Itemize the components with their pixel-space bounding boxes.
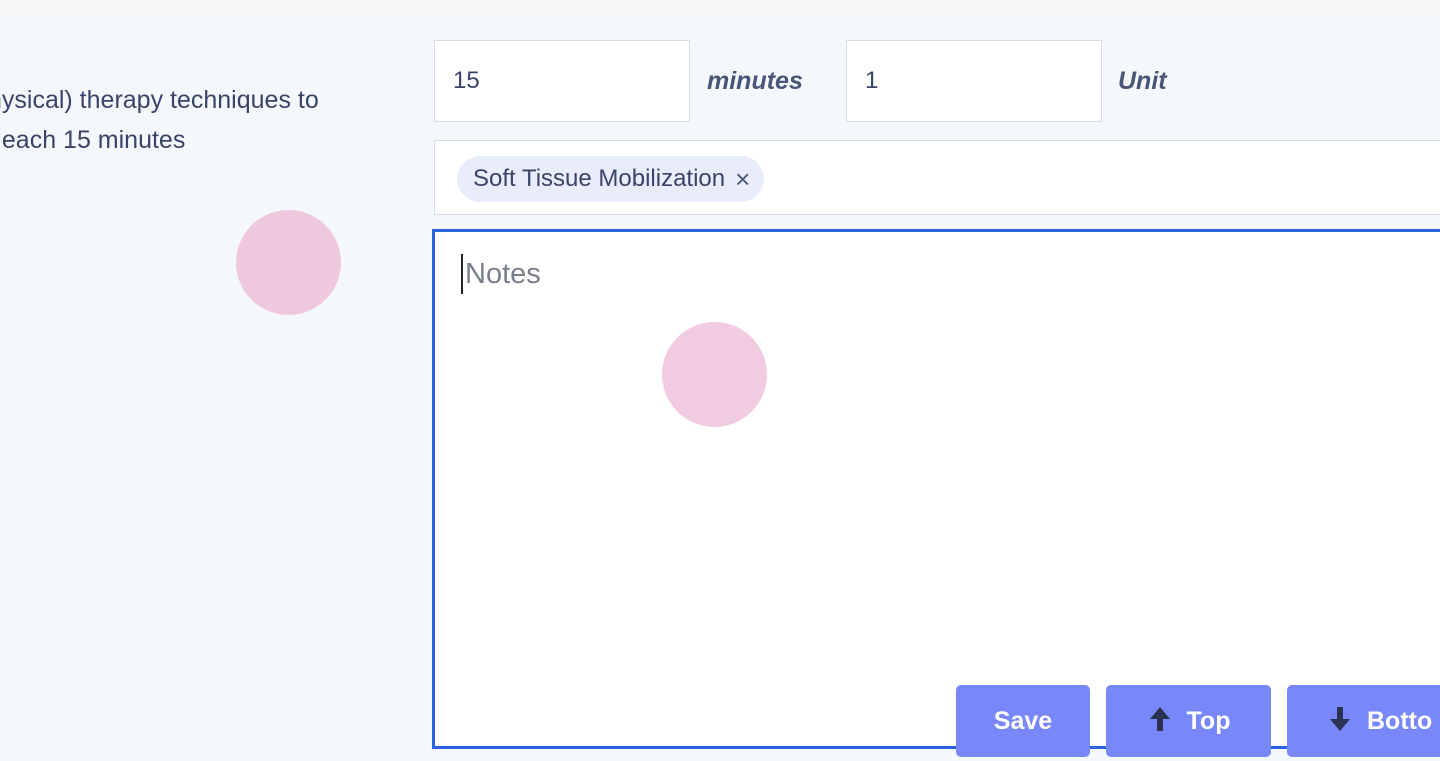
units-input[interactable]: 1 [846, 40, 1102, 122]
scroll-top-button[interactable]: Top [1106, 685, 1271, 757]
save-button[interactable]: Save [956, 685, 1090, 757]
save-button-label: Save [993, 706, 1053, 735]
scroll-bottom-label: Botto [1367, 706, 1433, 735]
duration-input[interactable]: 15 [434, 40, 690, 122]
scroll-bottom-button[interactable]: Botto [1287, 685, 1440, 757]
notes-placeholder: Notes [461, 254, 541, 294]
arrow-up-icon [1147, 703, 1173, 740]
touch-indicator [236, 210, 341, 315]
duration-unit-label: minutes [707, 67, 803, 95]
notes-textarea[interactable]: Notes [432, 229, 1440, 749]
scroll-top-label: Top [1186, 706, 1231, 735]
top-strip [0, 0, 1440, 16]
procedure-description: hysical) therapy techniques to , each 15… [0, 80, 428, 160]
description-line-1: hysical) therapy techniques to [0, 86, 319, 114]
tag-chip-label: Soft Tissue Mobilization [473, 165, 726, 192]
arrow-down-icon [1327, 703, 1353, 740]
technique-tags-field[interactable]: Soft Tissue Mobilization × [434, 140, 1440, 215]
description-line-2: , each 15 minutes [0, 126, 186, 154]
touch-indicator [662, 322, 767, 427]
close-icon[interactable]: × [735, 164, 750, 195]
tag-chip: Soft Tissue Mobilization × [457, 156, 765, 202]
units-unit-label: Unit [1118, 67, 1167, 95]
